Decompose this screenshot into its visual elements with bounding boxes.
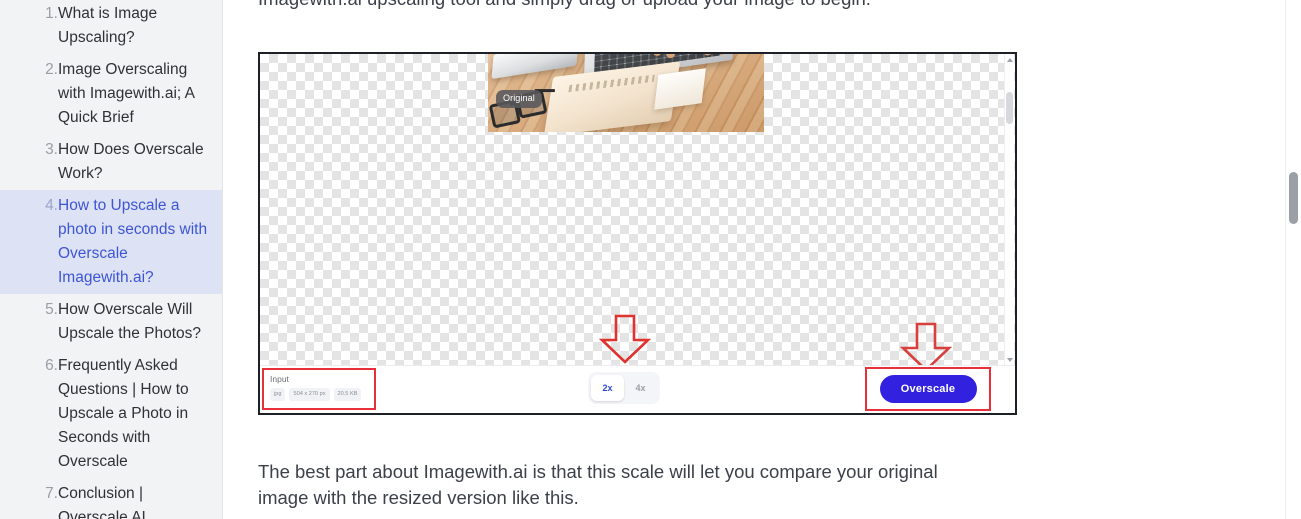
- overscale-button-annotation-box: Overscale: [865, 367, 991, 411]
- toc-item-number: 6.: [45, 357, 58, 374]
- overscale-button[interactable]: Overscale: [879, 375, 977, 403]
- toc-item-5[interactable]: 5. How Overscale Will Upscale the Photos…: [0, 294, 222, 350]
- browser-scrollbar[interactable]: [1285, 0, 1301, 519]
- file-format-chip: jpg: [270, 388, 286, 401]
- toc-item-label: Image Overscaling with Imagewith.ai; A Q…: [58, 61, 195, 126]
- toc-item-label: How to Upscale a photo in seconds with O…: [58, 197, 208, 286]
- annotation-arrow-to-overscale-button: [898, 322, 954, 366]
- table-of-contents-sidebar: 1. What is Image Upscaling? 2. Image Ove…: [0, 0, 223, 519]
- body-paragraph: The best part about Imagewith.ai is that…: [258, 461, 938, 508]
- toc-item-label: What is Image Upscaling?: [58, 5, 158, 46]
- uploaded-photo-preview: Original: [488, 54, 764, 132]
- browser-scrollbar-thumb[interactable]: [1289, 172, 1298, 224]
- input-file-metadata: jpg 504 x 270 px 20.5 KB: [270, 388, 370, 401]
- toc-list: 1. What is Image Upscaling? 2. Image Ove…: [0, 0, 222, 519]
- toc-item-number: 2.: [45, 61, 58, 78]
- toc-item-7[interactable]: 7. Conclusion | Overscale AI: [0, 478, 222, 519]
- original-image-badge: Original: [496, 90, 542, 108]
- toc-item-number: 5.: [45, 301, 58, 318]
- clipped-paragraph-above: Imagewith.ai upscaling tool and simply d…: [258, 0, 1048, 12]
- toc-item-2[interactable]: 2. Image Overscaling with Imagewith.ai; …: [0, 54, 222, 134]
- scroll-down-arrow-icon[interactable]: [1007, 358, 1013, 362]
- input-file-panel: Input jpg 504 x 270 px 20.5 KB: [270, 374, 370, 401]
- input-panel-title: Input: [270, 374, 289, 384]
- toc-item-number: 7.: [45, 485, 58, 502]
- toc-item-label: Conclusion | Overscale AI: [58, 485, 146, 519]
- toc-item-1[interactable]: 1. What is Image Upscaling?: [0, 0, 222, 54]
- page-root: 1. What is Image Upscaling? 2. Image Ove…: [0, 0, 1301, 519]
- annotation-arrow-to-scale-selector: [597, 314, 653, 364]
- scale-option-4x[interactable]: 4x: [624, 375, 657, 401]
- toc-item-number: 4.: [45, 197, 58, 214]
- app-scrollbar-thumb[interactable]: [1006, 92, 1013, 124]
- paper-sheet: [654, 68, 706, 110]
- toc-item-label: Frequently Asked Questions | How to Upsc…: [58, 357, 189, 470]
- upscale-factor-selector[interactable]: 2x 4x: [588, 372, 660, 404]
- image-canvas-transparent: Original: [260, 54, 1015, 366]
- file-size-chip: 20.5 KB: [333, 388, 362, 401]
- scale-option-2x[interactable]: 2x: [591, 375, 624, 401]
- notebook-text-lines: [568, 74, 655, 93]
- app-canvas-scrollbar[interactable]: [1004, 54, 1014, 366]
- toc-item-label: How Overscale Will Upscale the Photos?: [58, 301, 202, 342]
- input-panel-annotation-box: Input jpg 504 x 270 px 20.5 KB: [262, 368, 376, 410]
- article-content: Imagewith.ai upscaling tool and simply d…: [223, 0, 1301, 519]
- overscale-app-screenshot: Original Input jpg 504 x 270 px 20.5 KB …: [258, 52, 1017, 415]
- file-dimensions-chip: 504 x 270 px: [289, 388, 330, 401]
- toc-item-label: How Does Overscale Work?: [58, 141, 204, 182]
- toc-item-3[interactable]: 3. How Does Overscale Work?: [0, 134, 222, 190]
- toc-item-6[interactable]: 6. Frequently Asked Questions | How to U…: [0, 350, 222, 478]
- app-control-bar: Input jpg 504 x 270 px 20.5 KB 2x 4x Ove…: [260, 365, 1015, 413]
- toc-item-number: 3.: [45, 141, 58, 158]
- scroll-up-arrow-icon[interactable]: [1007, 58, 1013, 62]
- toc-item-4-active[interactable]: 4. How to Upscale a photo in seconds wit…: [0, 190, 222, 294]
- toc-item-number: 1.: [45, 5, 58, 22]
